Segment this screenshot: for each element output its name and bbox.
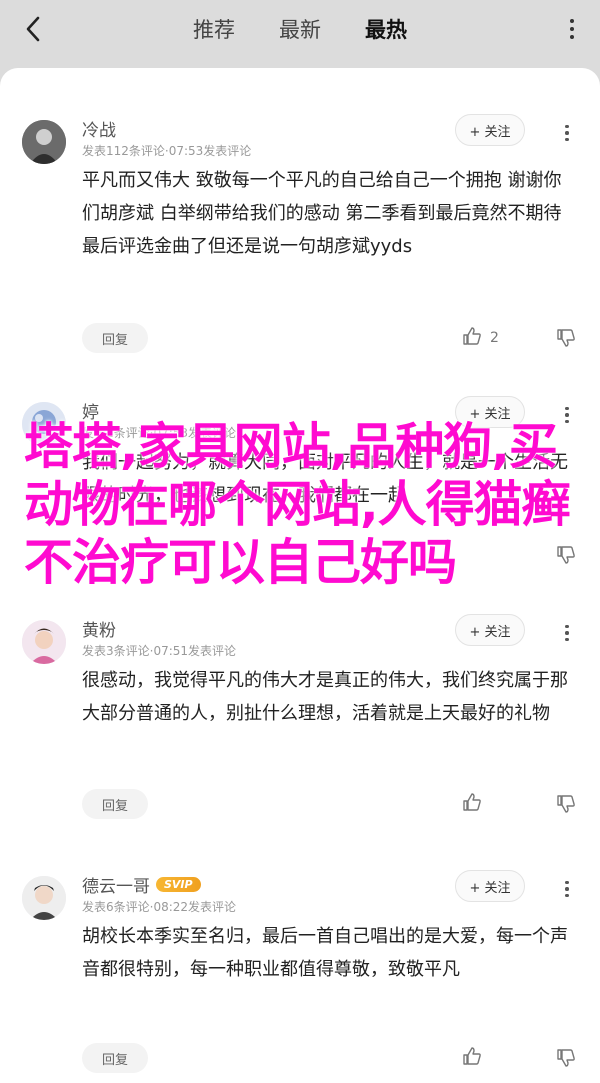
reply-button[interactable]: 回复 <box>82 789 148 819</box>
like-button[interactable] <box>462 1043 512 1073</box>
thumbs-down-icon[interactable] <box>556 1043 580 1073</box>
more-options-icon[interactable] <box>560 12 584 46</box>
comment-text: 很感动，我觉得平凡的伟大才是真正的伟大，我们终究属于那大部分普通的人，别扯什么理… <box>82 670 568 724</box>
follow-button[interactable]: + 关注 <box>455 870 525 902</box>
thumbs-up-icon <box>462 792 482 816</box>
username[interactable]: 黄粉 <box>82 616 116 641</box>
comment-text: 平凡而又伟大 致敬每一个平凡的自己给自己一个拥抱 谢谢你们胡彦斌 白举纲带给我们… <box>82 170 562 257</box>
comment-text: 胡校长本季实至名归，最后一首自己唱出的是大爱，每一个声音都很特别，每一种职业都值… <box>82 926 568 980</box>
comment-meta: 发表3条评论·07:51发表评论 <box>82 644 237 658</box>
comment-meta: 发表112条评论·07:53发表评论 <box>82 144 252 158</box>
reply-button[interactable]: 回复 <box>82 323 148 353</box>
thumbs-up-icon <box>462 326 482 350</box>
like-button[interactable] <box>462 789 512 819</box>
avatar[interactable] <box>22 120 66 164</box>
comment-text: 我们一起努力，就算大同，面对平凡的人生，就是一个生活无限的时光，也该想到现在，我… <box>82 452 568 506</box>
username[interactable]: 德云一哥 SVIP <box>82 872 201 897</box>
comment-menu-icon[interactable] <box>560 876 574 902</box>
thumbs-down-icon[interactable] <box>556 789 580 819</box>
svip-badge: SVIP <box>156 877 201 892</box>
avatar[interactable] <box>22 876 66 920</box>
thumbs-down-icon[interactable] <box>556 540 580 570</box>
comment-menu-icon[interactable] <box>560 120 574 146</box>
username[interactable]: 冷战 <box>82 116 116 141</box>
like-count: 2 <box>490 330 499 346</box>
thumbs-up-icon <box>462 1046 482 1070</box>
username[interactable]: 婷 <box>82 398 99 423</box>
tab-latest[interactable]: 最新 <box>275 12 325 46</box>
follow-button[interactable]: + 关注 <box>455 396 525 428</box>
comment-meta: 发表1条评论·07:53发表评论 <box>82 426 237 440</box>
comment-list: 冷战 发表112条评论·07:53发表评论 + 关注 平凡而又伟大 致敬每一个平… <box>0 68 600 1083</box>
follow-button[interactable]: + 关注 <box>455 614 525 646</box>
follow-button[interactable]: + 关注 <box>455 114 525 146</box>
like-button[interactable]: 2 <box>462 323 512 353</box>
comment-menu-icon[interactable] <box>560 402 574 428</box>
sort-tabs: 推荐 最新 最热 <box>0 12 600 46</box>
reply-button[interactable]: 回复 <box>82 1043 148 1073</box>
avatar[interactable] <box>22 402 66 446</box>
tab-recommend[interactable]: 推荐 <box>189 12 239 46</box>
avatar[interactable] <box>22 620 66 664</box>
tab-hottest[interactable]: 最热 <box>361 12 411 46</box>
top-bar: 推荐 最新 最热 <box>0 0 600 62</box>
comment-menu-icon[interactable] <box>560 620 574 646</box>
comment-meta: 发表6条评论·08:22发表评论 <box>82 900 237 914</box>
thumbs-down-icon[interactable] <box>556 323 580 353</box>
